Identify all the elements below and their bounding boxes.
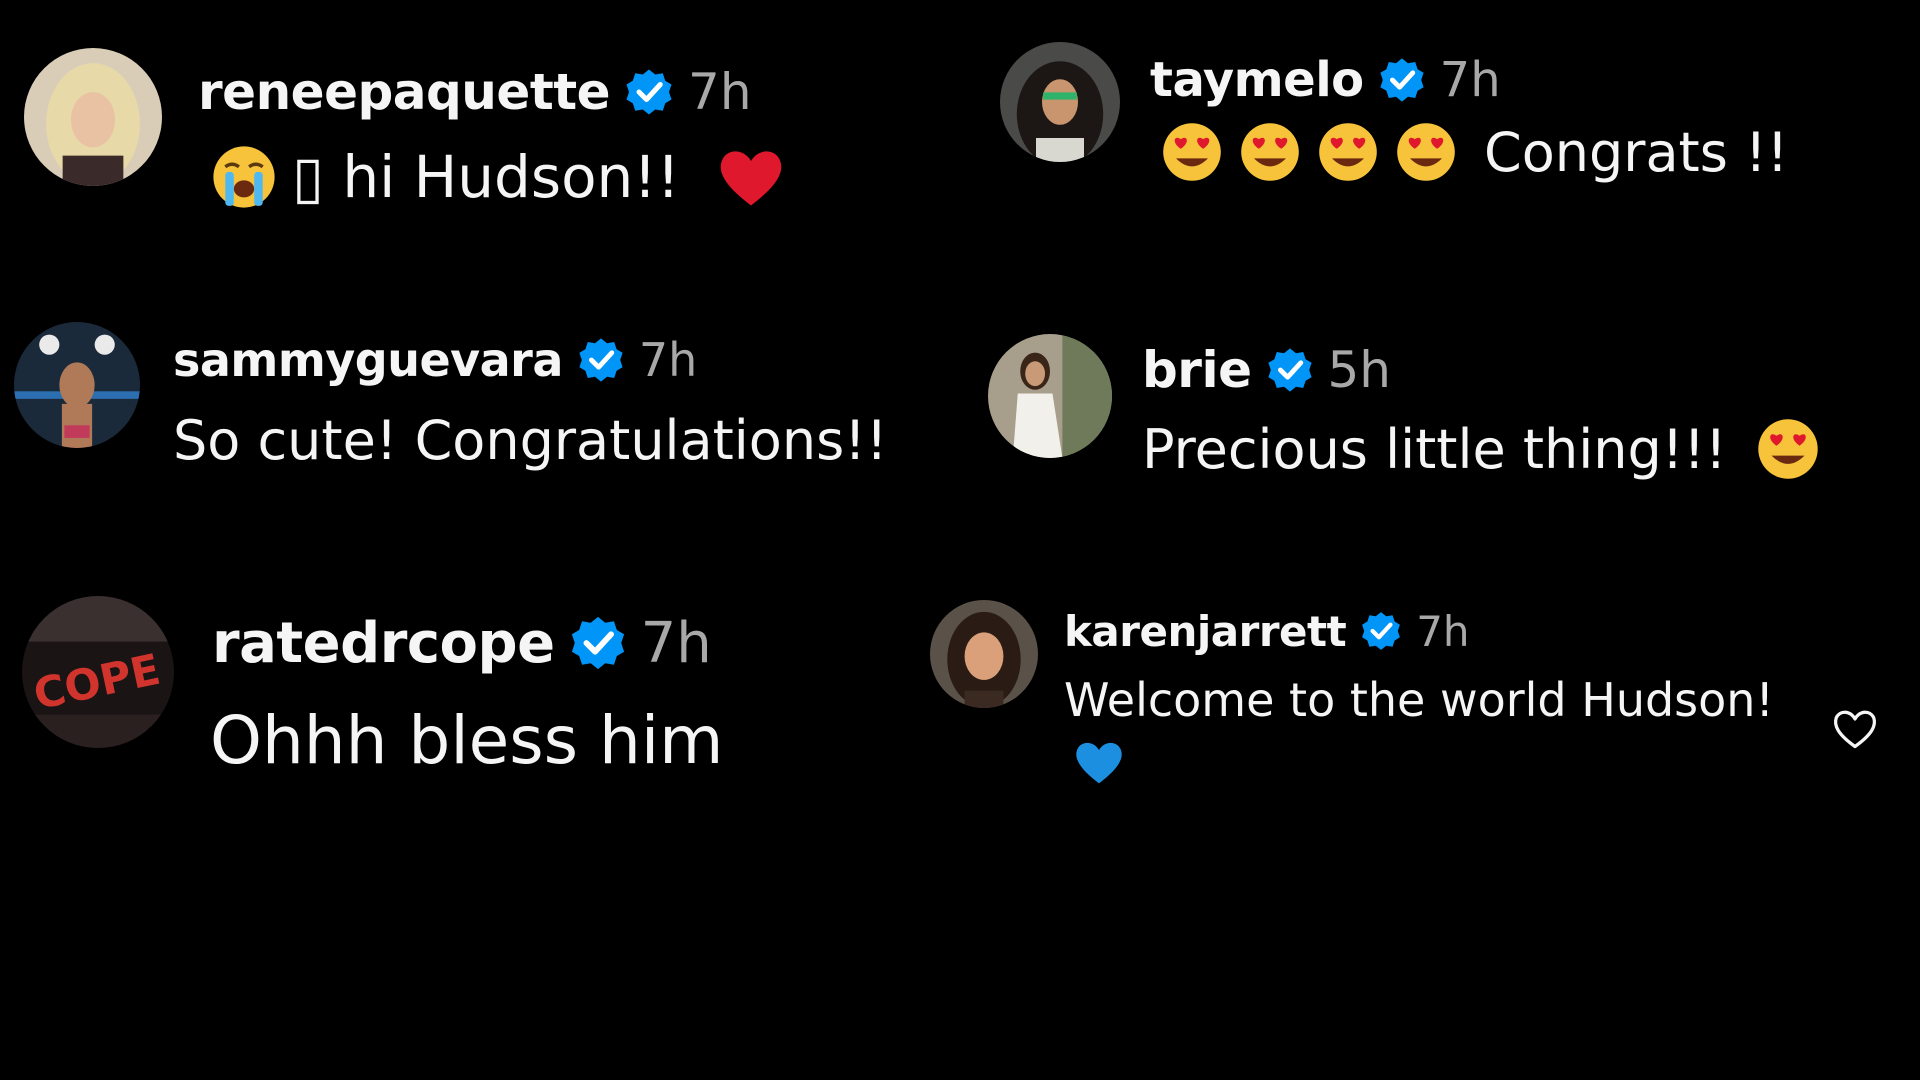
comment-text: Ohhh bless him	[210, 701, 724, 779]
username[interactable]: taymelo	[1150, 52, 1364, 108]
comment-text: ▯ hi Hudson!!	[292, 143, 680, 211]
heart-eyes-emoji	[1755, 416, 1821, 482]
verified-badge-icon	[569, 614, 627, 672]
avatar-image: COPE	[22, 596, 174, 748]
heart-eyes-emoji	[1316, 120, 1380, 184]
timestamp[interactable]: 7h	[639, 333, 697, 387]
timestamp[interactable]: 7h	[1440, 52, 1501, 108]
username[interactable]: ratedrcope	[212, 611, 555, 676]
timestamp[interactable]: 7h	[1416, 607, 1469, 656]
timestamp[interactable]: 7h	[688, 63, 752, 121]
red-heart-emoji	[714, 145, 788, 209]
heart-outline-icon[interactable]	[1830, 706, 1880, 752]
avatar-image	[24, 48, 162, 186]
heart-eyes-emoji	[1394, 120, 1458, 184]
blue-heart-emoji	[1072, 738, 1126, 786]
avatar-image	[1000, 42, 1120, 162]
timestamp[interactable]: 7h	[641, 611, 712, 676]
avatar[interactable]	[24, 48, 162, 186]
avatar[interactable]	[930, 600, 1038, 708]
verified-badge-icon	[624, 67, 674, 117]
avatar-image	[14, 322, 140, 448]
comment-text: Welcome to the world Hudson!	[1064, 673, 1774, 727]
avatar[interactable]	[14, 322, 140, 448]
loudly-crying-face-emoji	[210, 143, 278, 211]
timestamp[interactable]: 5h	[1328, 341, 1392, 399]
avatar[interactable]: COPE	[22, 596, 174, 748]
avatar[interactable]	[1000, 42, 1120, 162]
verified-badge-icon	[577, 336, 625, 384]
username[interactable]: karenjarrett	[1064, 607, 1347, 656]
username[interactable]: sammyguevara	[173, 333, 563, 387]
username[interactable]: brie	[1142, 341, 1252, 399]
avatar-image	[930, 600, 1038, 708]
verified-badge-icon	[1360, 610, 1402, 652]
verified-badge-icon	[1378, 56, 1426, 104]
heart-eyes-emoji	[1160, 120, 1224, 184]
comment-text: So cute! Congratulations!!	[173, 408, 888, 472]
avatar[interactable]	[988, 334, 1112, 458]
heart-eyes-emoji	[1238, 120, 1302, 184]
username[interactable]: reneepaquette	[198, 63, 611, 121]
comment-text: Congrats !!	[1484, 120, 1789, 184]
avatar-image	[988, 334, 1112, 458]
verified-badge-icon	[1266, 346, 1314, 394]
comment-text: Precious little thing!!!	[1142, 417, 1727, 481]
